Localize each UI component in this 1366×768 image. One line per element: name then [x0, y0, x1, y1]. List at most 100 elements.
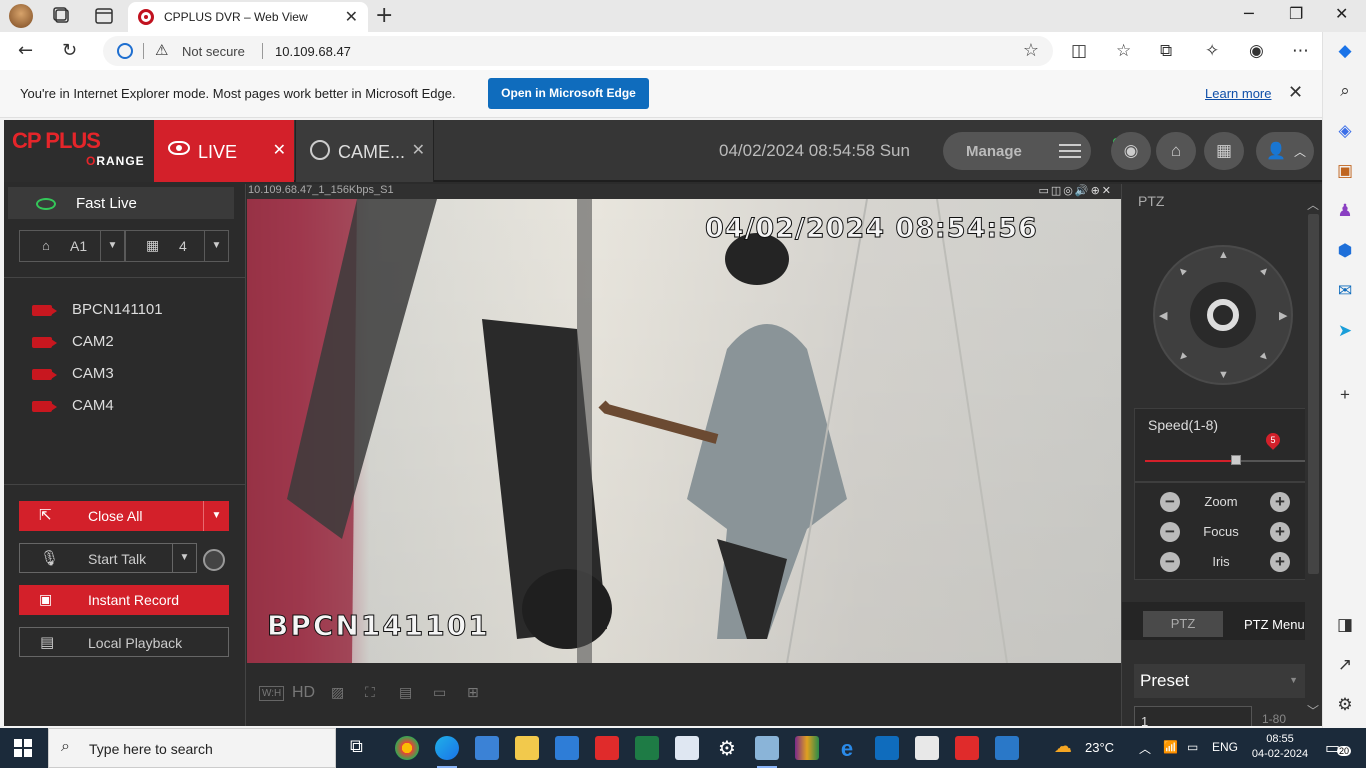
close-live-tab-icon[interactable]: ✕ — [273, 140, 286, 160]
tab-live[interactable]: LIVE ✕ — [154, 120, 294, 182]
arrow-right-icon[interactable]: ▶ — [1279, 309, 1287, 322]
live-view-icon[interactable]: ◉ — [1111, 132, 1151, 170]
iris-plus-button[interactable]: + — [1270, 552, 1290, 572]
start-talk-button[interactable]: 🎙 Start Talk ▼ — [19, 543, 197, 573]
favorites-icon[interactable]: ☆ — [1116, 41, 1131, 61]
address-bar[interactable]: ⚠ Not secure 10.109.68.47 ☆ — [103, 36, 1053, 66]
new-tab-icon[interactable]: + — [375, 3, 393, 28]
stream-select[interactable]: ⌂ A1 ▼ — [19, 230, 125, 262]
aspect-ratio-button[interactable]: W:H — [259, 686, 285, 701]
close-tab-icon[interactable]: ✕ — [345, 7, 358, 27]
close-camera-tab-icon[interactable]: ✕ — [412, 140, 425, 160]
arrow-up-icon[interactable]: ▲ — [1218, 249, 1229, 261]
weather-icon[interactable]: ☁ — [1054, 736, 1072, 757]
more-menu-icon[interactable]: ⋯ — [1292, 41, 1309, 61]
hide-sidebar-icon[interactable]: ◨ — [1334, 614, 1356, 636]
learn-more-link[interactable]: Learn more — [1205, 86, 1271, 101]
arrow-up-left-icon[interactable]: ▲ — [1174, 263, 1190, 279]
restore-icon[interactable]: ❐ — [1289, 4, 1303, 23]
internet-explorer-icon[interactable]: e — [835, 736, 859, 761]
weather-temp[interactable]: 23°C — [1085, 740, 1114, 755]
arrow-up-right-icon[interactable]: ▲ — [1256, 263, 1272, 279]
security-label[interactable]: Not secure — [182, 44, 245, 59]
extensions-icon[interactable]: ✧ — [1205, 41, 1219, 61]
browser-essentials-icon[interactable]: ◉ — [1249, 41, 1264, 61]
video-window-controls[interactable]: ▭◫◎🔊⊕✕ — [1038, 184, 1113, 197]
user-menu-button[interactable]: 👤 ︿ — [1256, 132, 1314, 170]
winrar-icon[interactable] — [795, 736, 819, 760]
preset-header[interactable]: Preset ▼ — [1134, 664, 1305, 698]
split-screen-icon[interactable]: ◫ — [1071, 41, 1087, 61]
camera-video-feed[interactable]: 04/02/2024 08:54:56 BPCN141101 — [247, 199, 1121, 663]
quad-view-icon[interactable]: ⊞ — [467, 684, 479, 701]
record-toggle[interactable] — [203, 549, 225, 571]
tab-camera[interactable]: CAME... ✕ — [295, 120, 434, 182]
ptz-scrollbar[interactable]: ︿ ﹀ — [1305, 184, 1322, 726]
chrome-icon[interactable] — [395, 736, 419, 760]
preset-number-input[interactable]: 1 — [1134, 706, 1252, 726]
ptz-center[interactable] — [1190, 282, 1256, 348]
tab-ptz[interactable]: PTZ — [1143, 611, 1223, 637]
search-icon[interactable]: ⌕ — [1334, 80, 1356, 102]
fast-live-button[interactable]: Fast Live — [8, 187, 234, 219]
profile-avatar[interactable] — [9, 4, 33, 28]
single-view-icon[interactable]: ▭ — [433, 684, 446, 701]
show-hidden-icons-icon[interactable]: ︿ — [1139, 740, 1151, 757]
taskbar-clock[interactable]: 08:55 04-02-2024 — [1250, 732, 1310, 762]
qr-code-icon[interactable]: ▦ — [1204, 132, 1244, 170]
file-explorer-icon[interactable] — [515, 736, 539, 760]
external-link-icon[interactable]: ↗ — [1334, 654, 1356, 676]
scrollbar-thumb[interactable] — [1308, 214, 1319, 574]
local-playback-button[interactable]: ▤ Local Playback — [19, 627, 229, 657]
outlook-icon[interactable] — [875, 736, 899, 760]
task-view-icon[interactable]: ⧉ — [350, 736, 374, 760]
ie-mode-icon[interactable] — [117, 43, 133, 59]
arrow-down-left-icon[interactable]: ▼ — [1174, 349, 1190, 365]
chevron-down-icon[interactable]: ▼ — [172, 544, 196, 572]
arrow-down-right-icon[interactable]: ▼ — [1256, 349, 1272, 365]
battery-icon[interactable]: ▭ — [1187, 740, 1198, 754]
mail-icon[interactable] — [555, 736, 579, 760]
close-all-button[interactable]: ⇱ Close All ▼ — [19, 501, 229, 531]
close-infobar-icon[interactable]: ✕ — [1288, 82, 1303, 103]
excel-icon[interactable] — [635, 736, 659, 760]
notification-center-button[interactable]: ▭ 20 — [1325, 738, 1352, 758]
back-icon[interactable]: ← — [18, 40, 33, 61]
tab-ptz-menu[interactable]: PTZ Menu — [1244, 617, 1305, 632]
microsoft-365-icon[interactable]: ⬢ — [1334, 240, 1356, 262]
favorite-star-icon[interactable]: ☆ — [1023, 40, 1039, 61]
edge-icon[interactable] — [435, 736, 459, 768]
home-icon[interactable]: ⌂ — [1156, 132, 1196, 170]
open-in-edge-button[interactable]: Open in Microsoft Edge — [488, 78, 649, 109]
settings-icon[interactable]: ⚙ — [715, 736, 739, 760]
add-sidebar-app-icon[interactable]: + — [1334, 384, 1356, 406]
taskbar-search[interactable]: ⌕ Type here to search — [48, 728, 336, 768]
scroll-up-icon[interactable]: ︿ — [1307, 196, 1319, 213]
fullscreen-icon[interactable]: ⛶ — [365, 684, 375, 701]
copilot-icon[interactable]: ◆ — [1334, 40, 1356, 62]
chevron-down-icon[interactable]: ▼ — [203, 501, 229, 531]
smart-codec-icon[interactable]: ▨ — [331, 684, 344, 701]
minimize-icon[interactable]: ─ — [1244, 4, 1254, 23]
remote-desktop-icon[interactable] — [755, 736, 779, 768]
scroll-down-icon[interactable]: ﹀ — [1307, 702, 1319, 719]
hd-quality-button[interactable]: HD — [292, 684, 315, 702]
outlook-icon[interactable]: ✉ — [1334, 280, 1356, 302]
zoom-in-button[interactable]: + — [1270, 492, 1290, 512]
close-window-icon[interactable]: ✕ — [1335, 4, 1348, 23]
focus-plus-button[interactable]: + — [1270, 522, 1290, 542]
sidebar-settings-icon[interactable]: ⚙ — [1334, 694, 1356, 716]
tools-icon[interactable]: ▣ — [1334, 160, 1356, 182]
notepad-icon[interactable] — [915, 736, 939, 760]
refresh-icon[interactable]: ↻ — [62, 40, 77, 61]
window-layout-icon[interactable]: ▤ — [399, 684, 412, 701]
manage-button[interactable]: Manage — [943, 132, 1091, 170]
arrow-down-icon[interactable]: ▼ — [1218, 369, 1229, 381]
ptz-direction-pad[interactable]: ▲ ▼ ◀ ▶ ▲ ▲ ▼ ▼ — [1153, 245, 1293, 385]
instant-record-button[interactable]: ▣ Instant Record — [19, 585, 229, 615]
arrow-left-icon[interactable]: ◀ — [1159, 309, 1167, 322]
shopping-icon[interactable]: ◈ — [1334, 120, 1356, 142]
app-window-icon[interactable] — [675, 736, 699, 760]
anydesk-icon-2[interactable] — [955, 736, 979, 760]
anydesk-icon[interactable] — [595, 736, 619, 760]
